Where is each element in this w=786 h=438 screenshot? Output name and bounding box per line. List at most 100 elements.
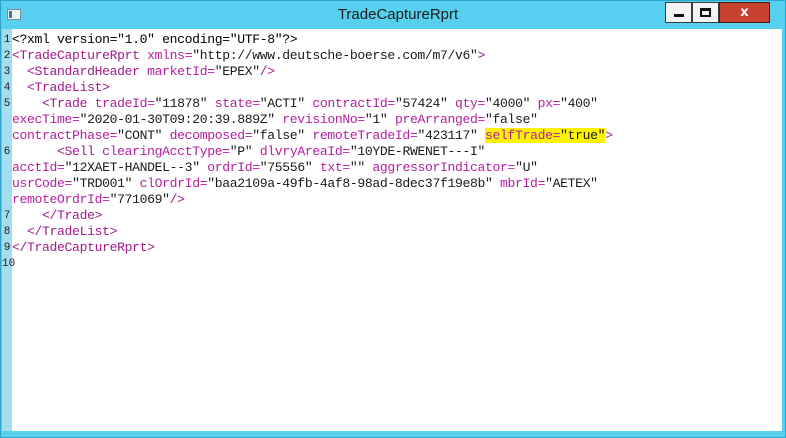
xml-attr-name: remoteTradeId= [312,128,418,143]
line-number-wrap-spacer [2,176,12,192]
xml-attr-value: "U" [515,160,538,175]
line-number: 3 [3,66,11,78]
xml-attr-value: "423117" [417,128,478,143]
xml-tag-close: > [94,208,103,223]
xml-attr-value: "EPEX" [214,64,260,79]
title-bar[interactable]: TradeCaptureRprt x [1,1,785,29]
code-line: acctId="12XAET-HANDEL--3" ordrId="75556"… [12,160,782,176]
xml-attr-value: "TRD001" [72,176,133,191]
xml-tag-name: <TradeList [27,80,103,95]
line-number: 10 [2,258,16,270]
line-number-wrap-spacer [2,160,12,176]
xml-attr-name: contractPhase= [12,128,118,143]
xml-attr-name: mbrId= [500,176,546,191]
line-number: 1 [3,34,11,46]
xml-attr-value: "400" [560,96,598,111]
line-number: 8 [3,226,11,238]
xml-attr-value: "4000" [485,96,531,111]
xml-tag-close: > [102,80,110,95]
maximize-button[interactable] [692,2,719,23]
code-line: </TradeList> [12,224,782,240]
xml-attr-value: "ACTI" [259,96,305,111]
code-line: usrCode="TRD001" clOrdrId="baa2109a-49fb… [12,176,782,192]
xml-attr-value: "2020-01-30T09:20:39.889Z" [79,112,276,127]
code-line: <?xml version="1.0" encoding="UTF-8"?> [12,32,782,48]
xml-attr-value: "false" [252,128,305,143]
xml-attr-name: revisionNo= [282,112,365,127]
xml-attr-name: marketId= [147,64,215,79]
xml-tag-name: </TradeList [27,224,110,239]
xml-attr-value: "P" [229,144,253,159]
code-line: <TradeList> [12,80,782,96]
close-button[interactable]: x [719,2,770,23]
xml-attr-value: "11878" [154,96,208,111]
code-line: contractPhase="CONT" decomposed="false" … [12,128,782,144]
xml-attr-name: remoteOrdrId= [12,192,110,207]
xml-attr-name: ordrId= [207,160,260,175]
minimize-icon [673,14,684,17]
xml-text: <?xml version="1.0" encoding="UTF-8"?> [12,32,298,47]
xml-attr-name: acctId= [12,160,65,175]
xml-attr-name: state= [214,96,260,111]
line-number-wrap-spacer [2,112,12,128]
code-line: <StandardHeader marketId="EPEX"/> [12,64,782,80]
line-number-wrap-spacer [2,192,12,208]
xml-attr-value: "75556" [259,160,313,175]
xml-attr-name: aggressorIndicator= [372,160,516,175]
xml-attr-name: clearingAcctType= [102,144,230,159]
xml-attr-value: "771069" [109,192,170,207]
xml-attr-value: "12XAET-HANDEL--3" [64,160,200,175]
code-line: execTime="2020-01-30T09:20:39.889Z" revi… [12,112,782,128]
minimize-button[interactable] [665,2,692,23]
xml-tag-name: <TradeCaptureRprt [12,48,140,63]
xml-tag-close: > [109,224,118,239]
code-line: </TradeCaptureRprt> [12,240,782,256]
code-line: <Sell clearingAcctType="P" dlvryAreaId="… [12,144,782,160]
xml-tag-close: /> [259,64,275,79]
xml-attr-name: contractId= [312,96,395,111]
line-number: 4 [3,82,11,94]
line-number: 7 [3,210,11,222]
xml-attr-name: clOrdrId= [139,176,208,191]
line-number: 6 [3,146,11,158]
xml-attr-name: tradeId= [94,96,155,111]
xml-attr-value: "57424" [394,96,448,111]
app-window: TradeCaptureRprt x 1 2 3 4 5 6 7 8 9 10 <?xml ver… [0,0,786,438]
xml-attr-value: "true" [560,128,606,143]
xml-attr-value: "AETEX" [545,176,598,191]
xml-attr-name: px= [537,96,561,111]
maximize-icon [700,8,711,17]
xml-editor[interactable]: 1 2 3 4 5 6 7 8 9 10 <?xml version="1.0" encoding… [2,29,782,431]
highlighted-self-trade-attr: selfTrade="true" [485,128,606,143]
line-number: 2 [3,50,11,62]
xml-tag-name: </Trade [42,208,95,223]
line-number: 5 [3,98,11,110]
xml-attr-name: xmlns= [147,48,193,63]
xml-attr-name: qty= [455,96,486,111]
xml-attr-value: "http://www.deutsche-boerse.com/m7/v6" [192,48,478,63]
xml-tag-name: <StandardHeader [27,64,140,79]
xml-attr-value: "CONT" [117,128,163,143]
xml-attr-value: "1" [364,112,388,127]
code-area[interactable]: <?xml version="1.0" encoding="UTF-8"?> <T… [12,29,782,431]
code-line: <TradeCaptureRprt xmlns="http://www.deut… [12,48,782,64]
code-line: remoteOrdrId="771069"/> [12,192,782,208]
xml-attr-name: selfTrade= [485,128,561,143]
line-number-gutter: 1 2 3 4 5 6 7 8 9 10 [2,29,16,431]
xml-attr-name: preArranged= [394,112,486,127]
code-line: <Trade tradeId="11878" state="ACTI" cont… [12,96,782,112]
xml-tag-name: </TradeCaptureRprt [12,240,148,255]
xml-attr-name: execTime= [12,112,80,127]
close-icon: x [740,5,749,20]
line-number-wrap-spacer [2,128,12,144]
xml-attr-name: txt= [319,160,350,175]
xml-tag-close: /> [169,192,185,207]
xml-tag-close: > [605,128,613,143]
xml-attr-value: "10YDE-RWENET---I" [349,144,486,159]
xml-tag-name: <Sell [57,144,95,159]
xml-tag-close: > [477,48,486,63]
code-line: </Trade> [12,208,782,224]
xml-tag-close: > [147,240,155,255]
xml-attr-value: "false" [485,112,538,127]
